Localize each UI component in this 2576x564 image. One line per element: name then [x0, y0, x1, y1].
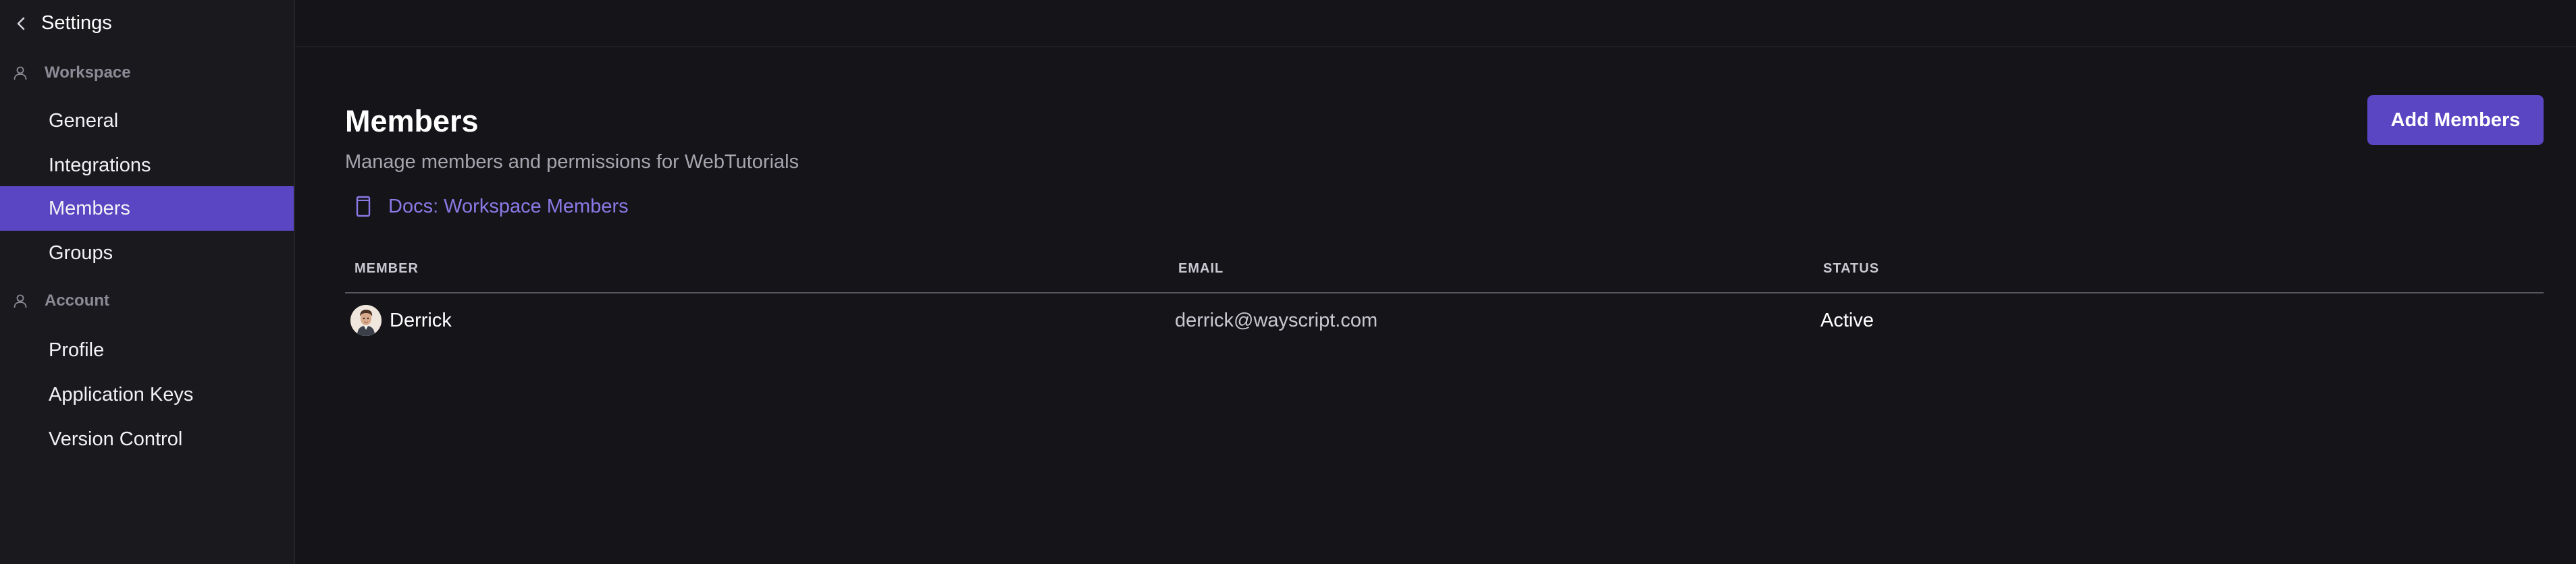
top-bar: [295, 0, 2576, 47]
sidebar-item-label: Members: [49, 198, 130, 219]
section-header-workspace: Workspace: [0, 59, 294, 86]
back-button[interactable]: [9, 12, 32, 35]
column-header-email: EMAIL: [1178, 261, 1224, 276]
user-icon: [14, 294, 27, 308]
sidebar-item-version-control[interactable]: Version Control: [0, 417, 294, 461]
member-email: derrick@wayscript.com: [1175, 310, 1378, 331]
sidebar-item-profile[interactable]: Profile: [0, 328, 294, 372]
settings-app: Settings Workspace General Integrations …: [0, 0, 2576, 564]
member-status: Active: [1820, 310, 1874, 331]
sidebar-item-integrations[interactable]: Integrations: [0, 143, 294, 188]
add-members-button[interactable]: Add Members: [2367, 95, 2544, 145]
members-table: MEMBER EMAIL STATUS Derrick derrick@ways…: [345, 256, 2544, 349]
sidebar-item-label: General: [49, 110, 119, 132]
sidebar-item-members[interactable]: Members: [0, 186, 294, 231]
member-name: Derrick: [390, 310, 452, 331]
sidebar-title: Settings: [41, 12, 112, 34]
table-row[interactable]: Derrick derrick@wayscript.com Active: [345, 293, 2544, 349]
section-label-workspace: Workspace: [45, 63, 131, 82]
table-header: MEMBER EMAIL STATUS: [345, 256, 2544, 293]
page-subtitle: Manage members and permissions for WebTu…: [345, 151, 799, 173]
user-icon: [14, 66, 27, 80]
sidebar-item-label: Profile: [49, 339, 105, 361]
sidebar-item-label: Application Keys: [49, 384, 194, 405]
sidebar-item-application-keys[interactable]: Application Keys: [0, 372, 294, 417]
avatar-image: [350, 305, 382, 336]
sidebar-item-groups[interactable]: Groups: [0, 231, 294, 275]
members-page: Members Manage members and permissions f…: [295, 0, 2576, 564]
column-header-status: STATUS: [1823, 261, 1880, 276]
chevron-left-icon: [17, 17, 25, 30]
sidebar-item-label: Integrations: [49, 154, 151, 176]
sidebar-header: Settings: [0, 0, 294, 46]
page-title: Members: [345, 104, 479, 138]
settings-sidebar: Settings Workspace General Integrations …: [0, 0, 295, 564]
section-header-account: Account: [0, 287, 294, 314]
docs-link-label: Docs: Workspace Members: [388, 196, 629, 217]
avatar: [350, 305, 382, 336]
docs-link[interactable]: Docs: Workspace Members: [356, 193, 629, 220]
document-icon: [356, 196, 371, 217]
sidebar-item-label: Version Control: [49, 428, 183, 450]
section-label-account: Account: [45, 291, 109, 310]
sidebar-item-general[interactable]: General: [0, 98, 294, 143]
sidebar-item-label: Groups: [49, 242, 113, 264]
column-header-member: MEMBER: [354, 261, 419, 276]
